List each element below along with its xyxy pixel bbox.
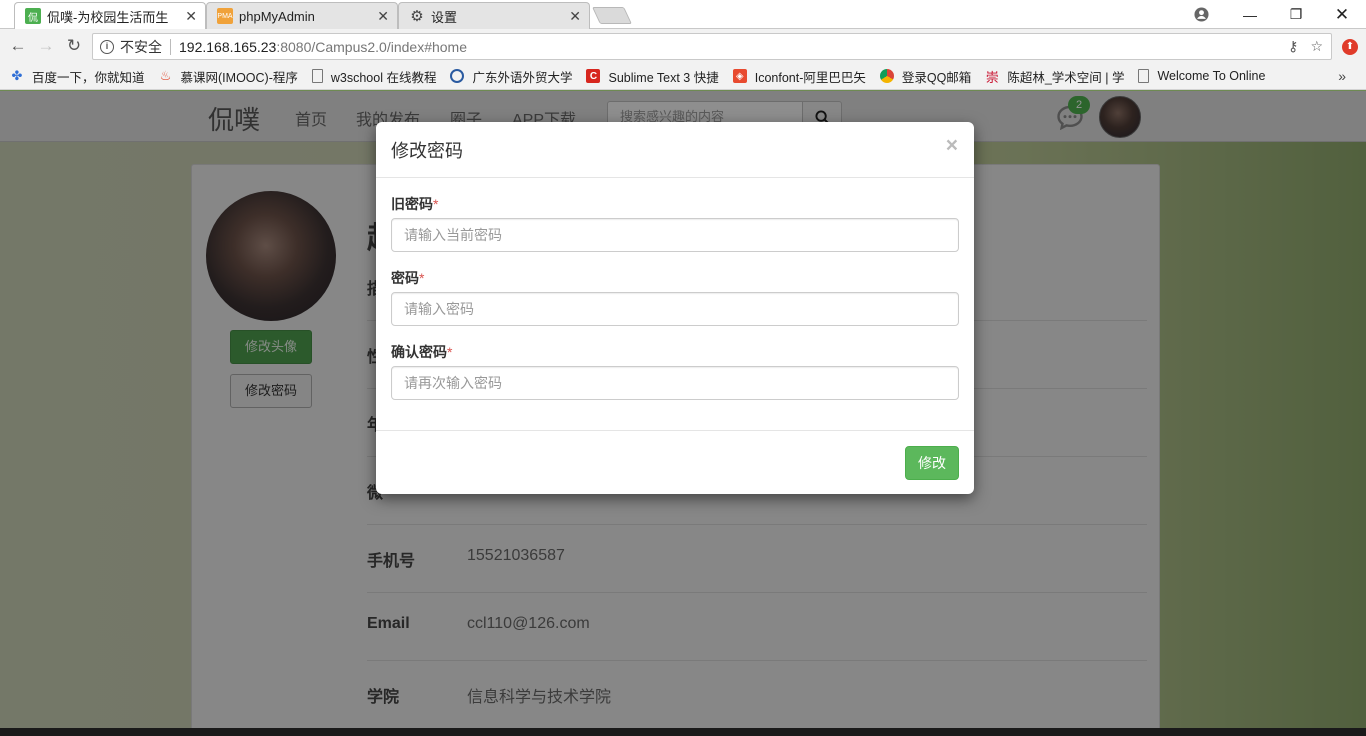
tab-phpmyadmin[interactable]: PMA phpMyAdmin ✕ xyxy=(206,2,398,29)
key-icon[interactable]: ⚷ xyxy=(1288,38,1298,55)
modal-title: 修改密码 xyxy=(391,141,463,161)
restore-icon[interactable]: ❐ xyxy=(1273,0,1319,29)
close-icon[interactable]: ✕ xyxy=(377,8,389,25)
os-taskbar xyxy=(0,728,1366,736)
browser-toolbar: ← → ↻ i 不安全 192.168.165.23 :8080/Campus2… xyxy=(0,29,1366,63)
page-icon xyxy=(311,69,323,83)
info-icon[interactable]: i xyxy=(100,39,114,54)
reload-icon[interactable]: ↻ xyxy=(63,35,85,57)
back-arrow-icon[interactable]: ← xyxy=(7,35,29,57)
tab-title: 设置 xyxy=(431,9,458,25)
c-logo-icon: C xyxy=(586,69,601,83)
baidu-paw-icon: ✤ xyxy=(11,68,23,83)
required-mark: * xyxy=(447,344,453,360)
forward-arrow-icon[interactable]: → xyxy=(35,35,57,57)
bookmark-item[interactable]: ♨ 慕课网(IMOOC)-程序 xyxy=(159,67,298,86)
minimize-icon[interactable]: — xyxy=(1227,0,1273,29)
seal-icon xyxy=(450,69,465,83)
bookmark-item[interactable]: 崇陈超林_学术空间 | 学 xyxy=(985,67,1125,86)
bookmark-item[interactable]: 登录QQ邮箱 xyxy=(879,67,971,86)
close-icon[interactable]: ✕ xyxy=(569,8,581,25)
star-icon[interactable]: ☆ xyxy=(1310,38,1323,55)
address-separator xyxy=(170,38,171,55)
iconfont-icon: ◈ xyxy=(732,69,747,83)
bookmark-item[interactable]: w3school 在线教程 xyxy=(311,67,436,86)
modal-footer-divider xyxy=(376,430,974,431)
close-icon[interactable]: × xyxy=(946,134,958,158)
bookmark-item[interactable]: C Sublime Text 3 快捷 xyxy=(586,67,719,86)
new-password-label: 密码* xyxy=(391,270,425,286)
new-tab-button[interactable] xyxy=(592,7,632,24)
bookmarks-bar: ✤ 百度一下，你就知道 ♨ 慕课网(IMOOC)-程序 w3school 在线教程 … xyxy=(0,63,1366,90)
old-password-field[interactable] xyxy=(391,218,959,252)
bookmark-item[interactable]: Welcome To Online xyxy=(1138,69,1265,83)
change-password-modal: 修改密码 × 旧密码* 密码* 确认密码* 修改 xyxy=(376,122,974,494)
submit-button[interactable]: 修改 xyxy=(905,446,959,480)
scholar-icon: 崇 xyxy=(985,69,999,85)
security-label: 不安全 xyxy=(120,38,162,55)
tab-settings[interactable]: ⚙ 设置 ✕ xyxy=(398,2,590,29)
bookmark-item[interactable]: ◈ Iconfont-阿里巴巴矢 xyxy=(732,67,866,86)
required-mark: * xyxy=(419,270,425,286)
address-bar[interactable]: i 不安全 192.168.165.23 :8080/Campus2.0/ind… xyxy=(92,33,1332,60)
page-icon xyxy=(1138,69,1150,83)
window-close-icon[interactable]: ✕ xyxy=(1319,0,1365,29)
required-mark: * xyxy=(433,196,439,212)
modal-header: 修改密码 × xyxy=(376,122,974,178)
close-icon[interactable]: ✕ xyxy=(185,8,197,25)
confirm-password-label: 确认密码* xyxy=(391,344,453,360)
flame-icon: ♨ xyxy=(159,68,172,83)
browser-tabstrip: 侃 侃噗-为校园生活而生 ✕ PMA phpMyAdmin ✕ ⚙ 设置 ✕ —… xyxy=(0,0,1366,29)
tab-title: phpMyAdmin xyxy=(239,8,315,24)
kanpu-favicon-icon: 侃 xyxy=(25,8,41,24)
bookmark-item[interactable]: 广东外语外贸大学 xyxy=(450,67,572,86)
gear-icon: ⚙ xyxy=(410,8,424,25)
url-host: 192.168.165.23 xyxy=(179,38,277,55)
chevron-right-icon[interactable]: » xyxy=(1338,68,1346,84)
confirm-password-field[interactable] xyxy=(391,366,959,400)
tab-title: 侃噗-为校园生活而生 xyxy=(47,9,169,25)
chrome-icon xyxy=(879,69,894,83)
pma-icon: PMA xyxy=(217,8,233,24)
extension-icon[interactable]: ⬆ xyxy=(1342,39,1358,55)
profile-icon[interactable] xyxy=(1178,0,1224,29)
new-password-field[interactable] xyxy=(391,292,959,326)
old-password-label: 旧密码* xyxy=(391,196,439,212)
bookmark-item[interactable]: ✤ 百度一下，你就知道 xyxy=(10,67,145,86)
url-path: :8080/Campus2.0/index#home xyxy=(276,38,468,55)
tab-kanpu[interactable]: 侃 侃噗-为校园生活而生 ✕ xyxy=(14,2,206,29)
